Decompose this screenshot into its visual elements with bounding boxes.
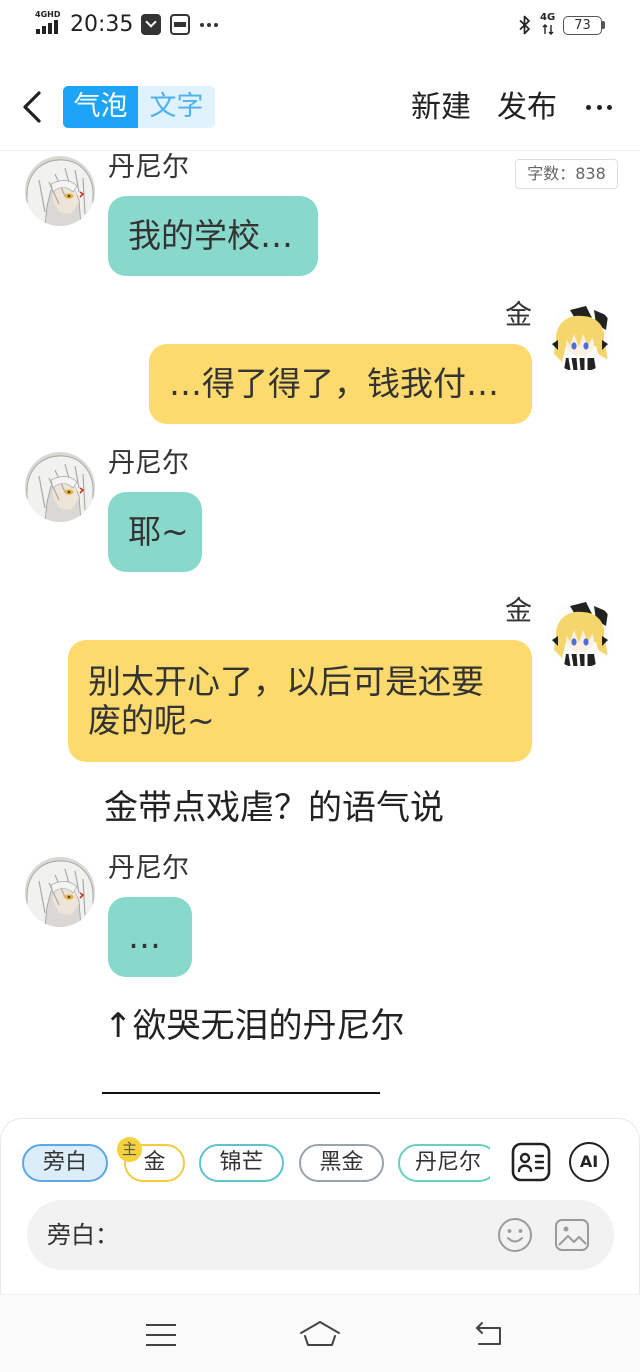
speaker-name: 丹尼尔 [108, 853, 189, 884]
header-divider [0, 150, 640, 151]
message-bubble[interactable]: 耶~ [108, 492, 202, 572]
battery-icon: 73 [563, 16, 602, 35]
more-icon[interactable] [586, 105, 612, 110]
menu-icon[interactable] [146, 1324, 176, 1346]
tab-text[interactable]: 文字 [138, 86, 215, 128]
character-card-icon[interactable] [511, 1142, 551, 1182]
clock: 20:35 [70, 12, 134, 37]
wallet-icon [170, 14, 190, 35]
message-composer[interactable]: 旁白： [27, 1200, 614, 1270]
publish-button[interactable]: 发布 [497, 90, 557, 126]
tab-bubble[interactable]: 气泡 [63, 86, 138, 128]
message-bubble[interactable]: … [108, 897, 192, 977]
role-chip-heijin[interactable]: 黑金 [299, 1144, 384, 1182]
daniel-avatar[interactable] [25, 156, 95, 226]
message-icon [141, 14, 161, 35]
narration-text[interactable]: 金带点戏虐？的语气说 [104, 788, 444, 828]
ai-icon[interactable]: AI [569, 1142, 609, 1182]
daniel-avatar[interactable] [25, 857, 95, 927]
narration-text[interactable]: ↑欲哭无泪的丹尼尔 [104, 1006, 405, 1046]
speaker-name: 金 [505, 300, 532, 331]
message-bubble[interactable]: …得了得了，钱我付… [149, 344, 532, 424]
bluetooth-icon [519, 15, 530, 35]
jin-avatar[interactable] [546, 600, 614, 668]
status-bar: 4GHD 20:35 4G 73 [0, 0, 640, 50]
battery-level: 73 [574, 18, 591, 33]
ai-label: AI [579, 1152, 599, 1171]
data-activity-icon [542, 24, 554, 35]
speaker-name: 丹尼尔 [108, 152, 189, 183]
message-bubble[interactable]: 别太开心了，以后可是还要废的呢~ [68, 640, 532, 762]
narration-divider [102, 1092, 380, 1094]
battery-nub [602, 21, 605, 29]
network-type-label: 4GHD [35, 10, 61, 19]
role-chip-narrator[interactable]: 旁白 [22, 1144, 108, 1182]
speaker-name: 金 [505, 596, 532, 627]
jin-avatar[interactable] [546, 304, 614, 372]
current-speaker-label: 旁白： [47, 1221, 119, 1249]
mode-switch: 气泡 文字 [63, 86, 215, 128]
daniel-avatar[interactable] [25, 452, 95, 522]
role-chip-daniel[interactable]: 丹尼尔 [398, 1144, 490, 1182]
home-icon[interactable] [298, 1318, 342, 1350]
signal-icon [36, 20, 60, 34]
smile-icon[interactable] [497, 1217, 533, 1253]
speaker-name: 丹尼尔 [108, 448, 189, 479]
new-button[interactable]: 新建 [411, 90, 471, 126]
role-chip-jinmang[interactable]: 锦芒 [199, 1144, 284, 1182]
main-role-badge: 主 [117, 1137, 142, 1162]
role-selector: 旁白 金 锦芒 黑金 丹尼尔 主 [22, 1130, 490, 1190]
back-icon[interactable] [472, 1320, 506, 1348]
mobile-data-label: 4G [540, 12, 556, 23]
more-notifications-icon [200, 23, 218, 27]
message-bubble[interactable]: 我的学校… [108, 196, 318, 276]
word-count-badge: 字数：838 [515, 159, 618, 189]
chevron-left-icon[interactable] [20, 90, 44, 124]
image-icon[interactable] [554, 1217, 590, 1253]
